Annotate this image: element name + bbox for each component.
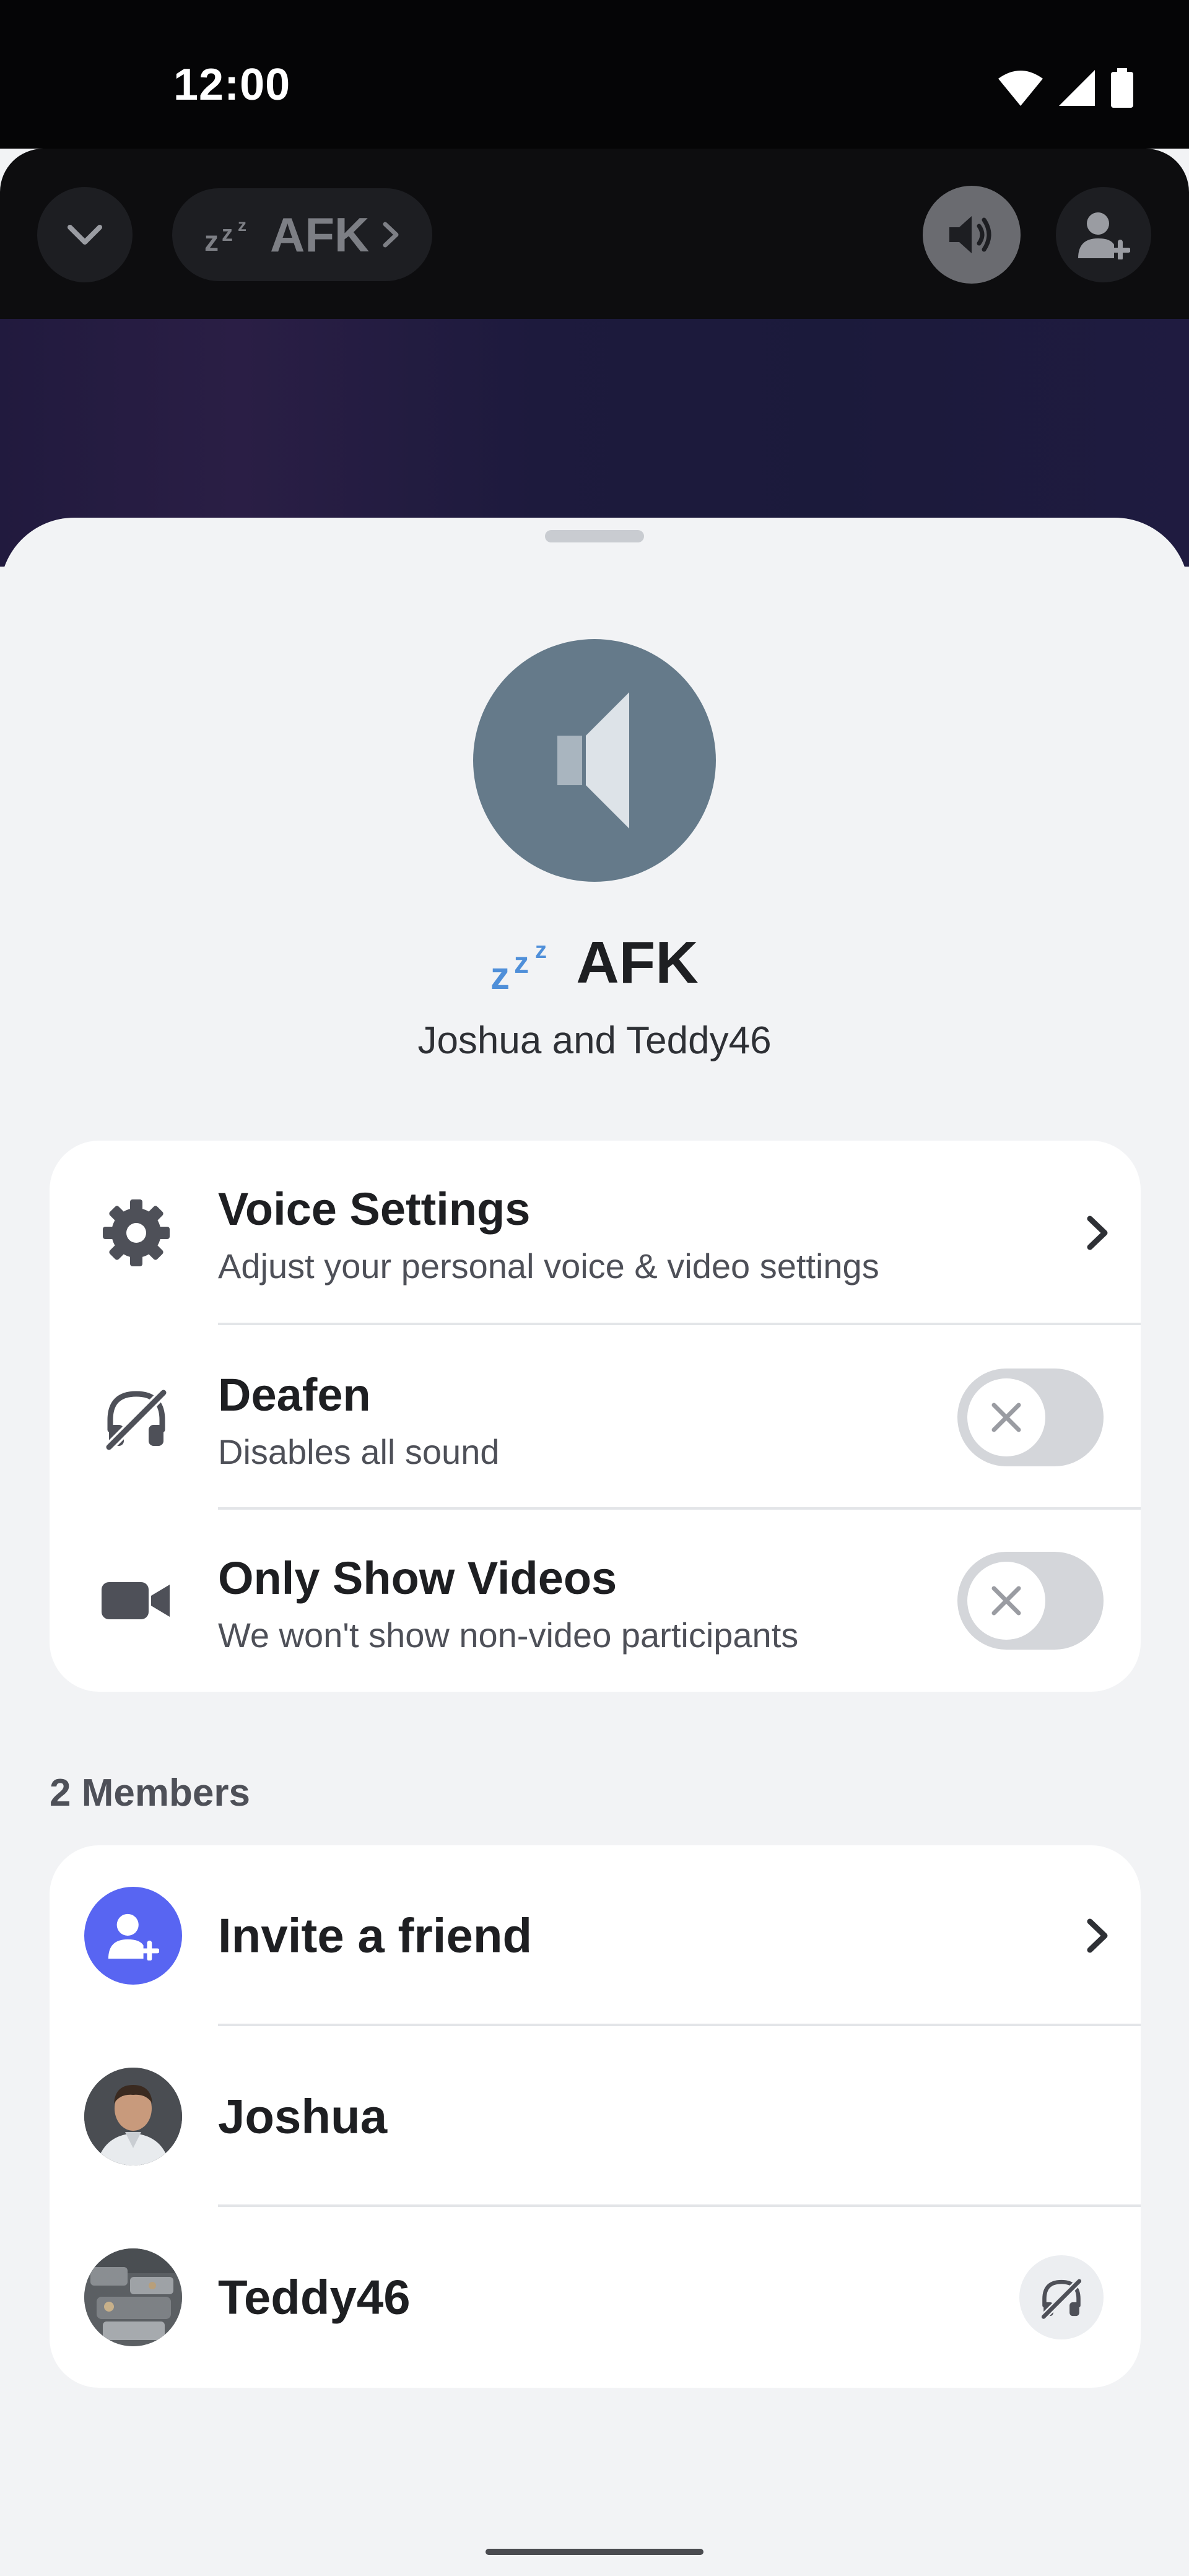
close-icon (991, 1586, 1021, 1616)
channel-participants: Joshua and Teddy46 (417, 1019, 772, 1062)
members-count-label: 2 Members (50, 1772, 250, 1814)
members-card: Invite a friend Joshua Teddy46 (50, 1845, 1141, 2388)
collapse-button[interactable] (37, 187, 133, 282)
chevron-down-icon (68, 225, 102, 245)
close-icon (991, 1403, 1021, 1432)
svg-text:z: z (204, 225, 219, 253)
toggle-knob (967, 1378, 1045, 1456)
speaker-toggle-button[interactable] (923, 186, 1021, 284)
deafen-toggle[interactable] (957, 1368, 1104, 1466)
voice-settings-title: Voice Settings (218, 1183, 531, 1235)
voice-settings-row[interactable]: Voice Settings Adjust your personal voic… (50, 1141, 1141, 1325)
only-show-videos-row[interactable]: Only Show Videos We won't show non-video… (50, 1510, 1141, 1692)
avatar (84, 2248, 182, 2346)
member-name: Teddy46 (218, 2269, 411, 2325)
invite-avatar (84, 1887, 182, 1985)
svg-text:z: z (222, 220, 233, 246)
deafen-row[interactable]: Deafen Disables all sound (50, 1325, 1141, 1510)
speaker-icon (949, 216, 991, 253)
voice-settings-description: Adjust your personal voice & video setti… (218, 1247, 879, 1286)
channel-pill-name: AFK (270, 207, 370, 262)
wifi-icon (998, 71, 1043, 106)
svg-text:z: z (490, 955, 510, 991)
chevron-right-icon (1087, 1918, 1108, 1953)
channel-pill[interactable]: zzz AFK (172, 188, 433, 281)
status-time: 12:00 (173, 60, 291, 110)
settings-card: Voice Settings Adjust your personal voic… (50, 1141, 1141, 1692)
avatar-teddy46-image (84, 2248, 182, 2346)
deafen-title: Deafen (218, 1369, 371, 1421)
svg-text:z: z (238, 216, 246, 235)
only-show-videos-toggle[interactable] (957, 1552, 1104, 1650)
chevron-right-icon (1087, 1216, 1108, 1250)
deafen-description: Disables all sound (218, 1432, 500, 1471)
speaker-icon (557, 692, 629, 829)
only-show-videos-description: We won't show non-video participants (218, 1616, 799, 1655)
deafened-status (1019, 2255, 1104, 2339)
avatar (84, 2068, 182, 2165)
status-icons (998, 68, 1133, 108)
deafened-icon (1040, 2278, 1083, 2320)
add-user-icon (1078, 212, 1130, 259)
channel-name: AFK (576, 929, 699, 996)
home-indicator[interactable] (486, 2549, 703, 2555)
battery-icon (1111, 68, 1133, 108)
channel-avatar (473, 639, 716, 882)
chevron-right-icon (383, 222, 399, 248)
zzz-icon: zzz (204, 216, 246, 253)
video-camera-icon (99, 1564, 173, 1638)
deafen-icon (99, 1380, 173, 1455)
member-row[interactable]: Teddy46 (50, 2207, 1141, 2388)
member-name: Joshua (218, 2089, 388, 2144)
gear-icon (99, 1196, 173, 1270)
invite-friend-row[interactable]: Invite a friend (50, 1845, 1141, 2026)
toggle-knob (967, 1562, 1045, 1640)
drag-handle[interactable] (545, 530, 644, 542)
member-row[interactable]: Joshua (50, 2026, 1141, 2207)
status-bar: 12:00 (0, 0, 1189, 149)
zzz-icon: zzz (490, 938, 547, 991)
svg-text:z: z (514, 947, 529, 980)
add-user-icon (108, 1913, 159, 1960)
signal-icon (1059, 70, 1095, 106)
avatar-joshua-image (84, 2068, 182, 2165)
only-show-videos-title: Only Show Videos (218, 1552, 617, 1604)
svg-text:z: z (535, 938, 547, 964)
invite-friend-label: Invite a friend (218, 1908, 533, 1963)
add-user-button[interactable] (1056, 187, 1151, 282)
channel-title: zzz AFK (0, 929, 1189, 997)
